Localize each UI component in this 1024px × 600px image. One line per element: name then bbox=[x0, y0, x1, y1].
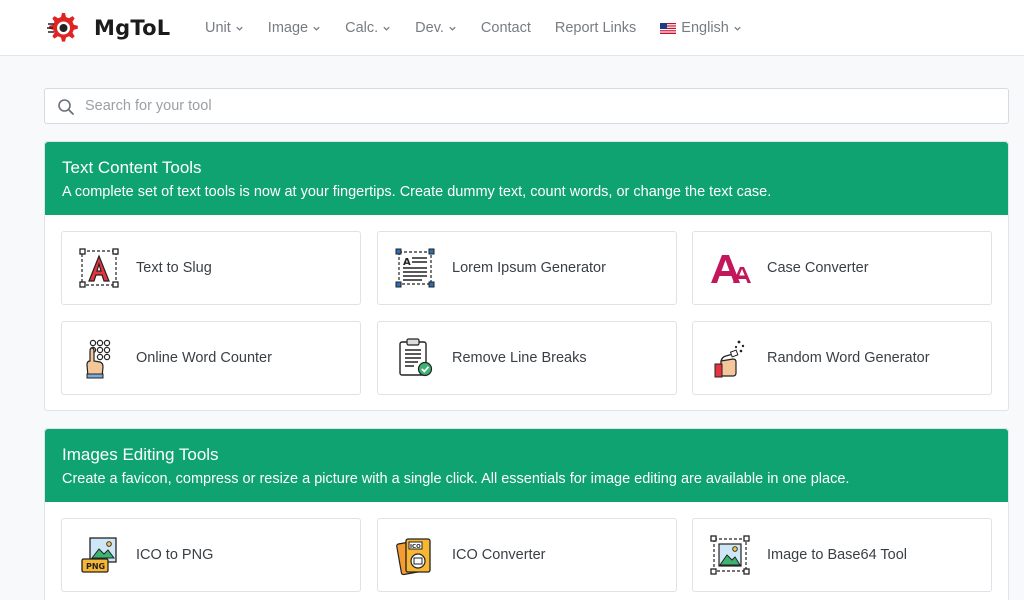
nav-item-dev[interactable]: Dev. bbox=[415, 20, 457, 36]
svg-text:PNG: PNG bbox=[86, 562, 105, 571]
nav-item-image[interactable]: Image bbox=[268, 20, 321, 36]
section-images-editing-tools: Images Editing Tools Create a favicon, c… bbox=[44, 428, 1009, 600]
chevron-down-icon bbox=[734, 26, 741, 31]
top-navbar: MgToL Unit Image Calc. Dev. Contact Repo… bbox=[0, 0, 1024, 56]
tool-label: Text to Slug bbox=[136, 260, 212, 276]
tool-card-case-converter[interactable]: Case Converter bbox=[692, 231, 992, 305]
main-nav: Unit Image Calc. Dev. Contact Report Lin… bbox=[205, 18, 766, 38]
section-description: A complete set of text tools is now at y… bbox=[62, 184, 772, 200]
language-selector[interactable]: English bbox=[660, 20, 742, 36]
tool-label: Image to Base64 Tool bbox=[767, 547, 907, 563]
section-header: Images Editing Tools Create a favicon, c… bbox=[45, 429, 1008, 502]
section-title: Images Editing Tools bbox=[62, 445, 219, 464]
lorem-ipsum-icon: A bbox=[395, 248, 435, 288]
us-flag-icon bbox=[660, 22, 677, 34]
nav-item-unit[interactable]: Unit bbox=[205, 20, 244, 36]
search-icon bbox=[58, 99, 74, 115]
tool-label: Lorem Ipsum Generator bbox=[452, 260, 606, 276]
case-converter-icon bbox=[711, 255, 751, 283]
tool-label: Online Word Counter bbox=[136, 350, 272, 366]
nav-item-contact[interactable]: Contact bbox=[481, 20, 531, 36]
nav-item-label: Report Links bbox=[554, 20, 637, 36]
nav-item-label: Image bbox=[267, 20, 309, 36]
nav-item-calc[interactable]: Calc. bbox=[345, 20, 391, 36]
section-title: Text Content Tools bbox=[62, 158, 202, 177]
nav-item-label: Calc. bbox=[345, 20, 379, 36]
text-slug-icon bbox=[79, 248, 119, 288]
tool-card-ico-converter[interactable]: ICO ICO Converter bbox=[377, 518, 677, 592]
word-counter-icon bbox=[86, 339, 111, 379]
tool-label: ICO Converter bbox=[452, 547, 546, 563]
tool-card-image-to-base64[interactable]: Image to Base64 Tool bbox=[692, 518, 992, 592]
nav-item-label: Dev. bbox=[415, 20, 444, 36]
chevron-down-icon bbox=[313, 26, 320, 31]
tool-card-lorem-ipsum-generator[interactable]: A Lorem Ipsum Generator bbox=[377, 231, 677, 305]
section-header: Text Content Tools A complete set of tex… bbox=[45, 142, 1008, 215]
tool-card-random-word-generator[interactable]: Random Word Generator bbox=[692, 321, 992, 395]
gear-logo-icon bbox=[47, 13, 78, 42]
nav-item-label: Contact bbox=[480, 20, 531, 36]
svg-text:ICO: ICO bbox=[410, 544, 421, 550]
tool-card-remove-line-breaks[interactable]: Remove Line Breaks bbox=[377, 321, 677, 395]
section-description: Create a favicon, compress or resize a p… bbox=[62, 471, 850, 487]
tool-card-ico-to-png[interactable]: PNG ICO to PNG bbox=[61, 518, 361, 592]
chevron-down-icon bbox=[236, 26, 243, 31]
nav-item-report-links[interactable]: Report Links bbox=[555, 20, 636, 36]
tool-label: Random Word Generator bbox=[767, 350, 930, 366]
tool-card-online-word-counter[interactable]: Online Word Counter bbox=[61, 321, 361, 395]
section-text-content-tools: Text Content Tools A complete set of tex… bbox=[44, 141, 1009, 411]
tool-label: Remove Line Breaks bbox=[452, 350, 587, 366]
ico-to-png-icon: PNG bbox=[81, 537, 117, 573]
svg-text:A: A bbox=[403, 257, 411, 268]
chevron-down-icon bbox=[383, 26, 390, 31]
tool-card-text-to-slug[interactable]: Text to Slug bbox=[61, 231, 361, 305]
brand-logo[interactable]: MgToL bbox=[44, 10, 170, 46]
image-base64-icon bbox=[710, 535, 750, 575]
remove-line-breaks-icon bbox=[399, 338, 433, 377]
brand-name: MgToL bbox=[94, 16, 171, 40]
tool-label: Case Converter bbox=[767, 260, 869, 276]
search-input[interactable] bbox=[85, 89, 995, 123]
tool-label: ICO to PNG bbox=[136, 547, 214, 563]
language-label: English bbox=[681, 20, 729, 36]
chevron-down-icon bbox=[449, 26, 456, 31]
random-word-icon bbox=[714, 340, 745, 378]
ico-converter-icon: ICO bbox=[396, 538, 431, 576]
search-box bbox=[44, 88, 1009, 124]
nav-item-label: Unit bbox=[205, 20, 231, 36]
